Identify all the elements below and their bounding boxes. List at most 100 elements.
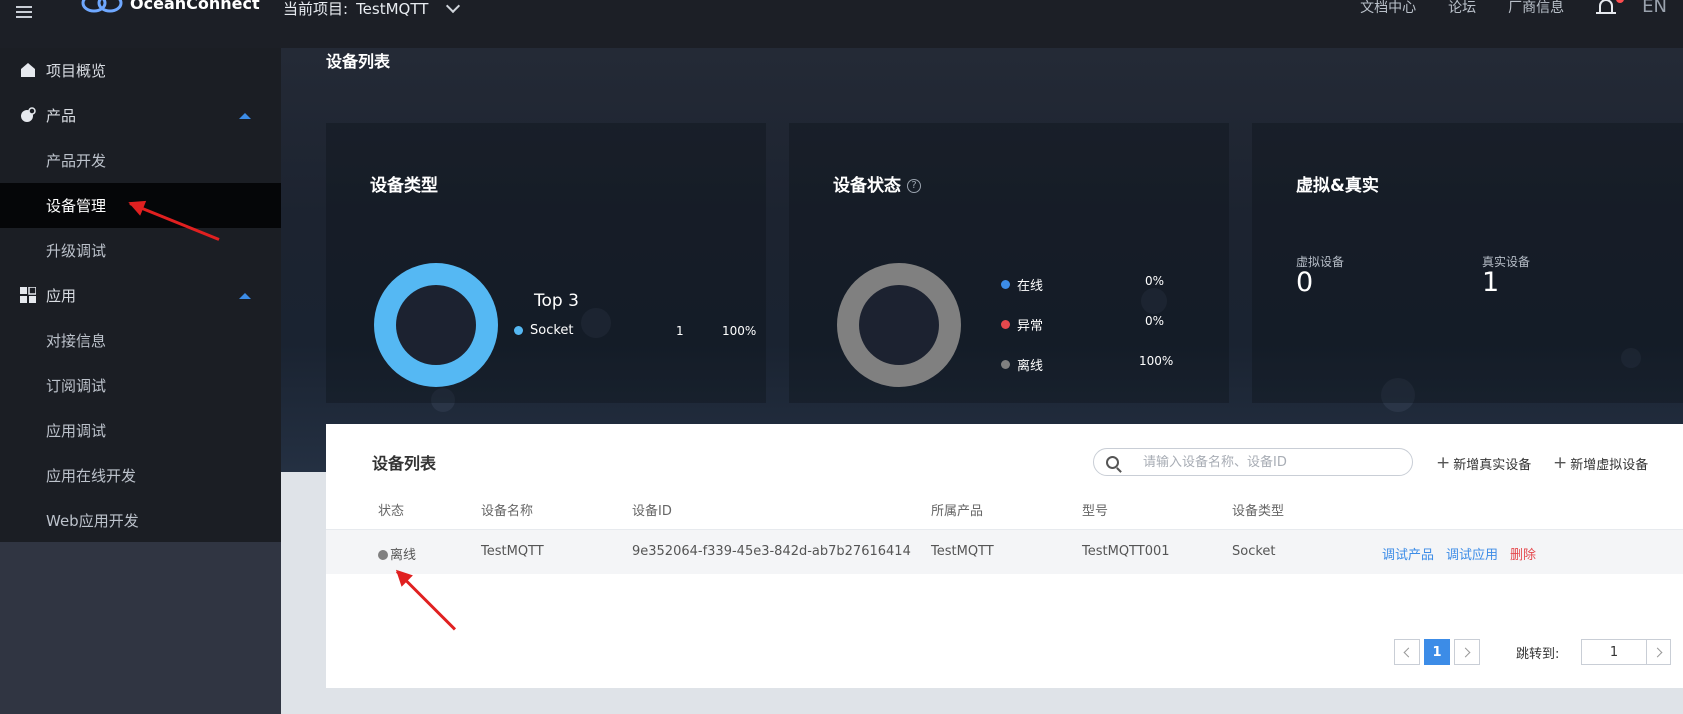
sidebar-item-app-online-dev[interactable]: 应用在线开发 bbox=[0, 453, 281, 498]
help-icon[interactable]: ? bbox=[907, 179, 921, 193]
chevron-down-icon bbox=[446, 0, 461, 13]
top-bar: OceanConnect 当前项目: TestMQTT 文档中心 论坛 厂商信息… bbox=[0, 0, 1683, 48]
legend-name: Socket bbox=[530, 323, 574, 338]
legend-percent: 0% bbox=[1145, 314, 1165, 328]
language-toggle[interactable]: EN bbox=[1642, 0, 1667, 17]
link-forum[interactable]: 论坛 bbox=[1448, 0, 1476, 17]
sidebar-item-label: 产品 bbox=[46, 107, 77, 125]
device-status-title: 设备状态? bbox=[833, 171, 921, 196]
brand-name: OceanConnect bbox=[130, 0, 260, 13]
virtual-real-title: 虚拟&真实 bbox=[1296, 176, 1379, 196]
caret-up-icon[interactable] bbox=[239, 113, 251, 119]
legend-dot bbox=[514, 326, 523, 335]
add-real-device-button[interactable]: + 新增真实设备 bbox=[1436, 453, 1531, 474]
notification-bell-icon[interactable] bbox=[1596, 0, 1625, 17]
debug-product-link[interactable]: 调试产品 bbox=[1382, 544, 1434, 563]
device-type-donut bbox=[374, 263, 498, 387]
sidebar-item-label: 应用在线开发 bbox=[46, 467, 137, 485]
chevron-right-icon bbox=[1652, 647, 1662, 657]
product-cell: TestMQTT bbox=[931, 544, 994, 559]
debug-app-link[interactable]: 调试应用 bbox=[1446, 544, 1498, 563]
sidebar-item-product[interactable]: 产品 bbox=[0, 93, 281, 138]
legend-percent: 100% bbox=[722, 324, 757, 338]
device-type-subtitle: Top 3 bbox=[534, 291, 579, 311]
sidebar-footer-area bbox=[0, 542, 281, 714]
device-status-donut bbox=[837, 263, 961, 387]
plus-icon: + bbox=[1553, 453, 1568, 473]
jump-page-input[interactable] bbox=[1582, 644, 1646, 660]
device-type-panel: 设备类型 Top 3 Socket 1 100% bbox=[326, 123, 766, 403]
legend-count: 1 bbox=[676, 324, 684, 338]
device-id-cell: 9e352064-f339-45e3-842d-ab7b27616414 bbox=[632, 544, 911, 559]
device-list-card: 设备列表 + 新增真实设备 + 新增虚拟设备 状态 设备名称 设备ID 所属产品… bbox=[326, 424, 1683, 688]
column-header: 设备类型 bbox=[1232, 504, 1285, 519]
column-header: 型号 bbox=[1082, 504, 1109, 519]
page-title: 设备列表 bbox=[326, 52, 391, 71]
sidebar-item-label: 产品开发 bbox=[46, 152, 107, 170]
legend-item-offline: 离线 bbox=[1001, 355, 1043, 374]
sidebar-item-product-dev[interactable]: 产品开发 bbox=[0, 138, 281, 183]
home-icon bbox=[21, 63, 35, 77]
sidebar-item-label: 应用调试 bbox=[46, 422, 107, 440]
project-name: TestMQTT bbox=[356, 0, 429, 18]
apps-grid-icon bbox=[20, 287, 36, 303]
legend-item-online: 在线 bbox=[1001, 275, 1043, 294]
sidebar-item-web-app-dev[interactable]: Web应用开发 bbox=[0, 498, 281, 543]
top-links: 文档中心 论坛 厂商信息 EN bbox=[1360, 0, 1683, 17]
chevron-left-icon bbox=[1403, 647, 1414, 657]
device-search bbox=[1093, 448, 1413, 476]
sidebar-item-upgrade-debug[interactable]: 升级调试 bbox=[0, 228, 281, 273]
sidebar-item-integration-info[interactable]: 对接信息 bbox=[0, 318, 281, 363]
link-vendor[interactable]: 厂商信息 bbox=[1508, 0, 1564, 17]
legend-dot bbox=[1001, 320, 1010, 329]
legend-name: 在线 bbox=[1017, 279, 1044, 294]
pagination-prev-button[interactable] bbox=[1394, 639, 1420, 665]
sidebar-item-subscription-debug[interactable]: 订阅调试 bbox=[0, 363, 281, 408]
column-header: 设备ID bbox=[632, 504, 672, 519]
pagination-page-1[interactable]: 1 bbox=[1424, 639, 1450, 665]
notification-dot bbox=[1616, 0, 1625, 3]
jump-to-label: 跳转到: bbox=[1516, 647, 1560, 662]
sidebar-item-label: 对接信息 bbox=[46, 332, 107, 350]
sidebar-item-apps[interactable]: 应用 bbox=[0, 273, 281, 318]
caret-up-icon[interactable] bbox=[239, 293, 251, 299]
ocean-logo-icon bbox=[81, 0, 123, 13]
delete-link[interactable]: 删除 bbox=[1510, 544, 1536, 563]
column-header: 状态 bbox=[378, 504, 405, 519]
sidebar-item-label: 设备管理 bbox=[46, 197, 107, 215]
sidebar-item-label: 项目概览 bbox=[46, 62, 107, 80]
search-input[interactable] bbox=[1143, 454, 1393, 470]
pagination-next-button[interactable] bbox=[1454, 639, 1480, 665]
jump-to-box bbox=[1581, 639, 1671, 665]
device-type-cell: Socket bbox=[1232, 544, 1276, 559]
virtual-real-panel: 虚拟&真实 虚拟设备 0 真实设备 1 bbox=[1252, 123, 1683, 403]
jump-go-button[interactable] bbox=[1646, 640, 1670, 664]
add-virtual-device-button[interactable]: + 新增虚拟设备 bbox=[1553, 453, 1648, 474]
project-selector[interactable]: 当前项目: TestMQTT bbox=[283, 0, 461, 19]
device-name-cell: TestMQTT bbox=[481, 544, 544, 559]
legend-percent: 0% bbox=[1145, 274, 1165, 288]
device-status-title-text: 设备状态 bbox=[833, 176, 901, 196]
status-cell: 离线 bbox=[378, 544, 416, 563]
menu-toggle-icon[interactable] bbox=[0, 0, 48, 30]
chevron-right-icon bbox=[1460, 647, 1471, 657]
sidebar-item-label: Web应用开发 bbox=[46, 512, 139, 530]
product-icon bbox=[21, 107, 36, 122]
sidebar-item-overview[interactable]: 项目概览 bbox=[0, 48, 281, 93]
status-text: 离线 bbox=[390, 548, 417, 563]
sidebar: 项目概览 产品 产品开发 设备管理 升级调试 应用 对接信息 订阅调试 应用调试… bbox=[0, 48, 281, 542]
link-docs[interactable]: 文档中心 bbox=[1360, 0, 1416, 17]
column-header: 所属产品 bbox=[931, 504, 984, 519]
legend-item-abnormal: 异常 bbox=[1001, 315, 1043, 334]
brand-logo[interactable]: OceanConnect bbox=[80, 0, 260, 14]
plus-icon: + bbox=[1436, 453, 1451, 473]
sidebar-item-app-debug[interactable]: 应用调试 bbox=[0, 408, 281, 453]
device-list-title: 设备列表 bbox=[372, 454, 437, 473]
legend-name: 异常 bbox=[1017, 319, 1044, 334]
device-type-title: 设备类型 bbox=[370, 176, 438, 196]
sidebar-item-label: 订阅调试 bbox=[46, 377, 107, 395]
device-status-panel: 设备状态? 在线 0% 异常 0% 离线 100% bbox=[789, 123, 1229, 403]
sidebar-item-label: 升级调试 bbox=[46, 242, 107, 260]
table-row[interactable]: 离线 TestMQTT 9e352064-f339-45e3-842d-ab7b… bbox=[326, 530, 1683, 574]
model-cell: TestMQTT001 bbox=[1082, 544, 1170, 559]
